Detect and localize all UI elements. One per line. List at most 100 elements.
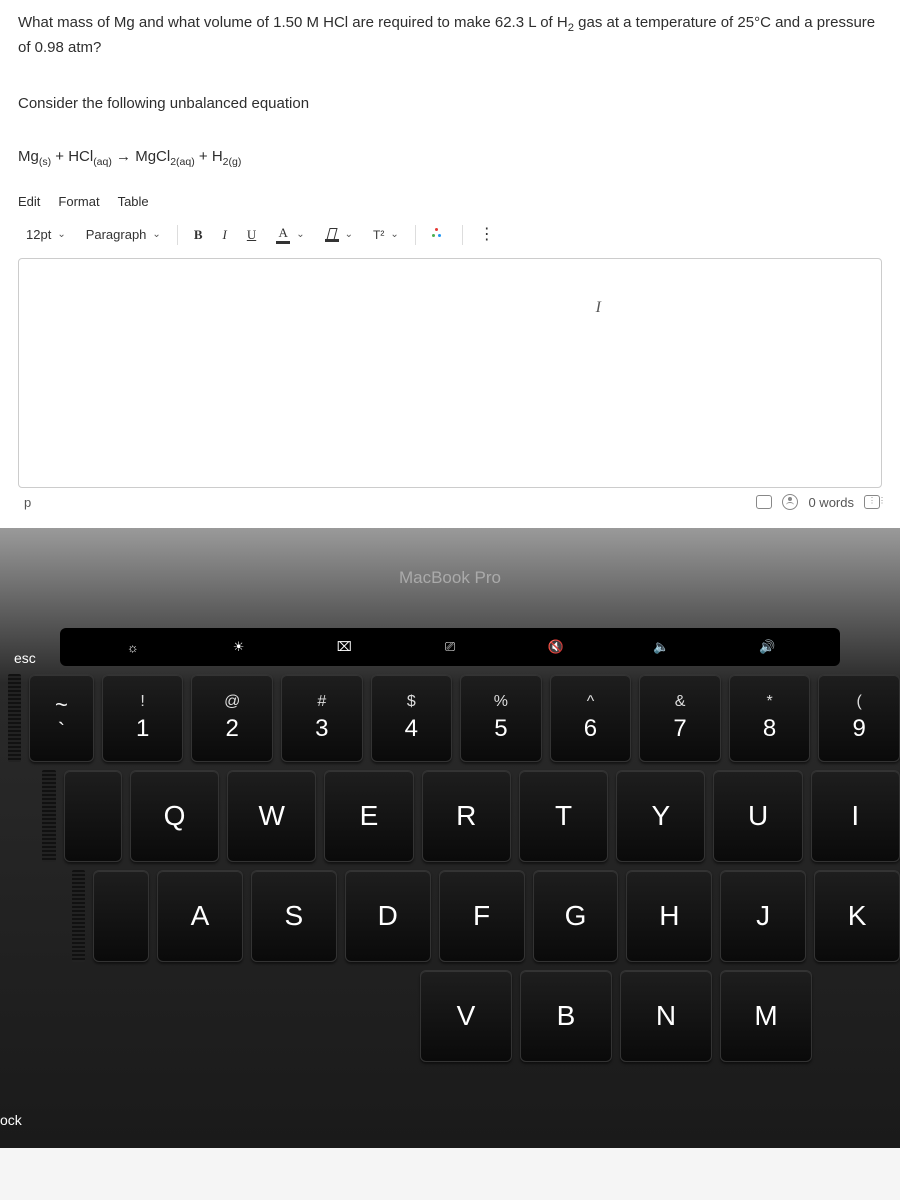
key-r[interactable]: R	[422, 770, 511, 862]
bold-button[interactable]: B	[186, 223, 211, 247]
editor-tabs: Edit Format Table	[18, 188, 882, 215]
key-1[interactable]: !1	[102, 674, 184, 762]
key-i[interactable]: I	[811, 770, 900, 862]
rich-text-editor[interactable]: I	[18, 258, 882, 488]
key-a[interactable]: A	[157, 870, 243, 962]
key-7[interactable]: &7	[639, 674, 721, 762]
lock-key-fragment: ock	[0, 1112, 22, 1128]
key-b[interactable]: B	[520, 970, 612, 1062]
key-upper: $	[407, 693, 416, 711]
number-row: ~ ` !1@2#3$4%5^6&7*8(9	[8, 674, 900, 762]
key-6[interactable]: ^6	[550, 674, 632, 762]
key-upper: %	[494, 693, 508, 711]
key-lower: 5	[494, 715, 507, 743]
key-4[interactable]: $4	[371, 674, 453, 762]
key-j[interactable]: J	[720, 870, 806, 962]
tilde-key[interactable]: ~ `	[29, 674, 94, 762]
separator	[177, 225, 178, 245]
italic-button[interactable]: I	[214, 223, 234, 247]
qwerty-row: QWERTYUI	[42, 770, 900, 862]
key-lower: 8	[763, 715, 776, 743]
key-v[interactable]: V	[420, 970, 512, 1062]
key-5[interactable]: %5	[460, 674, 542, 762]
key-u[interactable]: U	[713, 770, 802, 862]
speaker-grille	[8, 674, 21, 762]
tab-format[interactable]: Format	[58, 194, 99, 209]
key-t[interactable]: T	[519, 770, 608, 862]
bottom-row: VBNM	[420, 970, 900, 1062]
key-upper: (	[856, 693, 861, 711]
key-lower: 7	[673, 715, 686, 743]
key-3[interactable]: #3	[281, 674, 363, 762]
superscript-button[interactable]: T²	[365, 224, 407, 246]
key-g[interactable]: G	[533, 870, 619, 962]
tab-edit[interactable]: Edit	[18, 194, 40, 209]
editor-toolbar: 12pt Paragraph B I U A T² ⋮	[18, 215, 882, 258]
key-lower: 4	[405, 715, 418, 743]
key-upper: !	[140, 693, 144, 711]
keyboard-icon[interactable]	[756, 495, 772, 509]
speaker-grille	[42, 770, 56, 862]
key-lower: 9	[852, 715, 865, 743]
laptop-keyboard-area: MacBook Pro esc ☼ ☀ ⌧ ⎚ 🔇 🔈 🔊 ~ ` !1@2#3…	[0, 528, 900, 1148]
volume-up-icon[interactable]: 🔊	[714, 639, 820, 655]
brightness-down-icon[interactable]: ☼	[80, 640, 186, 655]
key-upper: ^	[587, 693, 595, 711]
speaker-grille	[72, 870, 85, 962]
key-2[interactable]: @2	[191, 674, 273, 762]
text-color-button[interactable]: A	[268, 221, 312, 248]
key-h[interactable]: H	[626, 870, 712, 962]
key-9[interactable]: (9	[818, 674, 900, 762]
accessibility-icon[interactable]	[782, 494, 798, 510]
more-button[interactable]: ⋮	[471, 224, 501, 246]
key-lower: 6	[584, 715, 597, 743]
key-y[interactable]: Y	[616, 770, 705, 862]
key-8[interactable]: *8	[729, 674, 811, 762]
key-q[interactable]: Q	[130, 770, 219, 862]
plugin-icon	[432, 228, 446, 242]
text-color-icon: A	[276, 225, 290, 244]
key-lower: 1	[136, 715, 149, 743]
instruction-text: Consider the following unbalanced equati…	[18, 95, 882, 112]
asdf-row: ASDFGHJK	[72, 870, 900, 962]
mute-icon[interactable]: 🔇	[503, 639, 609, 655]
keyboard-light-up-icon[interactable]: ⎚	[397, 639, 503, 655]
plugin-button[interactable]	[424, 224, 454, 246]
key-f[interactable]: F	[439, 870, 525, 962]
key-lower: 3	[315, 715, 328, 743]
text-cursor: I	[596, 299, 601, 317]
macbook-pro-label: MacBook Pro	[0, 568, 900, 588]
key-k[interactable]: K	[814, 870, 900, 962]
tab-table[interactable]: Table	[118, 194, 149, 209]
key-upper: *	[766, 693, 772, 711]
resize-handle[interactable]	[864, 495, 880, 509]
key-w[interactable]: W	[227, 770, 316, 862]
tab-key-edge[interactable]	[64, 770, 122, 862]
key-upper: ~	[55, 692, 68, 718]
separator	[462, 225, 463, 245]
esc-key-label: esc	[14, 650, 36, 666]
key-upper: @	[224, 693, 240, 711]
paragraph-select[interactable]: Paragraph	[78, 223, 169, 246]
key-s[interactable]: S	[251, 870, 337, 962]
highlight-button[interactable]	[317, 224, 361, 246]
key-d[interactable]: D	[345, 870, 431, 962]
key-upper: &	[675, 693, 686, 711]
word-count: 0 words	[808, 495, 854, 510]
key-n[interactable]: N	[620, 970, 712, 1062]
separator	[415, 225, 416, 245]
element-path[interactable]: p	[20, 495, 31, 510]
equation-text: Mg(s) + HCl(aq) → MgCl2(aq) + H2(g)	[18, 148, 882, 168]
caps-key-edge[interactable]	[93, 870, 149, 962]
key-upper: #	[317, 693, 326, 711]
keyboard-light-down-icon[interactable]: ⌧	[291, 639, 397, 655]
key-lower: `	[58, 718, 65, 744]
volume-down-icon[interactable]: 🔈	[609, 639, 715, 655]
font-size-select[interactable]: 12pt	[18, 223, 74, 246]
question-text: What mass of Mg and what volume of 1.50 …	[18, 12, 882, 59]
highlighter-icon	[325, 228, 339, 242]
underline-button[interactable]: U	[239, 223, 264, 247]
key-e[interactable]: E	[324, 770, 413, 862]
key-m[interactable]: M	[720, 970, 812, 1062]
brightness-up-icon[interactable]: ☀	[186, 639, 292, 655]
